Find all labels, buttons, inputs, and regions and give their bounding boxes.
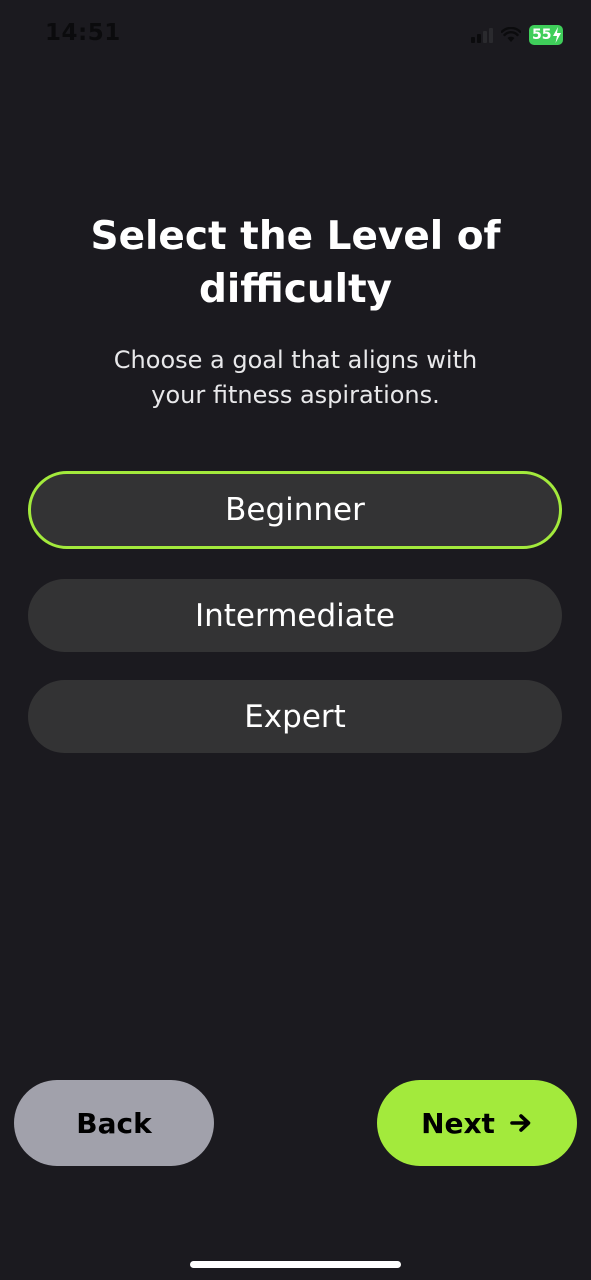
page-title: Select the Level of difficulty xyxy=(0,210,591,316)
battery-level: 55 xyxy=(532,27,552,43)
arrow-right-icon xyxy=(509,1111,533,1135)
next-button[interactable]: Next xyxy=(377,1080,577,1166)
difficulty-option-expert[interactable]: Expert xyxy=(28,680,562,753)
battery-indicator: 55 xyxy=(529,25,563,45)
back-button[interactable]: Back xyxy=(14,1080,214,1166)
difficulty-option-intermediate[interactable]: Intermediate xyxy=(28,579,562,652)
home-indicator[interactable] xyxy=(190,1261,401,1268)
charging-bolt-icon xyxy=(553,27,561,43)
wifi-icon xyxy=(501,27,521,42)
cellular-signal-icon xyxy=(471,27,493,43)
back-button-label: Back xyxy=(76,1106,152,1140)
page-title-line-1: Select the Level of xyxy=(90,214,501,259)
difficulty-option-label: Beginner xyxy=(225,492,365,528)
status-bar: 14:51 55 xyxy=(0,0,591,72)
next-button-label: Next xyxy=(421,1106,495,1140)
page-subtitle: Choose a goal that aligns with your fitn… xyxy=(0,343,591,413)
page-subtitle-line-2: your fitness aspirations. xyxy=(151,381,440,409)
status-icons: 55 xyxy=(471,24,563,46)
page-title-line-2: difficulty xyxy=(198,267,393,312)
status-time: 14:51 xyxy=(45,20,121,46)
difficulty-option-beginner[interactable]: Beginner xyxy=(28,471,562,549)
difficulty-option-label: Intermediate xyxy=(194,597,395,634)
page-subtitle-line-1: Choose a goal that aligns with xyxy=(113,346,478,374)
difficulty-option-label: Expert xyxy=(244,698,346,735)
